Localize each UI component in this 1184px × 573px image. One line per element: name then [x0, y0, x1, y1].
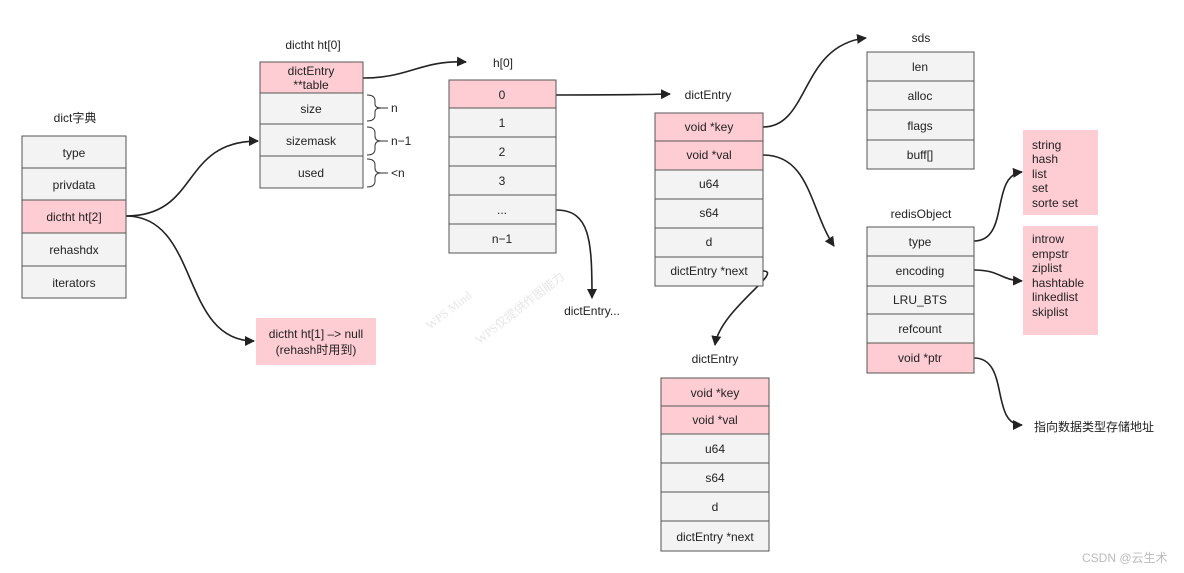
entry2-u64: u64	[705, 442, 725, 456]
watermark-line1: WPS Mind	[423, 288, 474, 332]
sds-flags: flags	[907, 119, 932, 133]
dictht0-title: dictht ht[0]	[285, 38, 340, 52]
encoding-linkedlist: linkedlist	[1032, 290, 1079, 304]
entry2-key: void *key	[691, 386, 740, 400]
wps-watermark: WPS Mind WPS仅提供作图能力	[423, 268, 567, 347]
type-set: set	[1032, 181, 1049, 195]
entry2-next: dictEntry *next	[676, 530, 754, 544]
entry2-title: dictEntry	[692, 352, 739, 366]
type-sorted-set: sorte set	[1032, 196, 1079, 210]
edge-table-to-h0	[362, 56, 467, 79]
sds-title: sds	[912, 31, 931, 45]
ht1-note	[256, 318, 376, 365]
dict-field-ht: dictht ht[2]	[46, 210, 101, 224]
entry1-s64: s64	[699, 206, 719, 220]
entry1-d: d	[706, 235, 713, 249]
ht1-note-line2: (rehash时用到)	[276, 343, 357, 357]
dictht0-field-table-2: **table	[293, 78, 329, 92]
more-entries-label: dictEntry...	[564, 304, 620, 318]
dict-table: type privdata dictht ht[2] rehashdx iter…	[21, 135, 127, 299]
h0-table: 0 1 2 3 ... n−1	[448, 79, 557, 254]
h0-bucket-3: 3	[499, 174, 506, 188]
dictht0-field-sizemask: sizemask	[286, 134, 337, 148]
diagram-canvas: WPS Mind WPS仅提供作图能力 dict字典 type privdata…	[0, 0, 1184, 573]
sds-buff: buff[]	[907, 148, 933, 162]
type-list: list	[1032, 167, 1047, 181]
entry1-title: dictEntry	[685, 88, 732, 102]
brace-label-used: <n	[391, 166, 405, 180]
encoding-ziplist: ziplist	[1032, 261, 1063, 275]
csdn-watermark: CSDN @云生术	[1082, 551, 1168, 565]
sds-alloc: alloc	[908, 89, 933, 103]
edge-type-to-types	[973, 167, 1023, 242]
dict-title: dict字典	[54, 110, 97, 125]
ptr-note: 指向数据类型存储地址	[1034, 419, 1154, 434]
dict-field-privdata: privdata	[53, 178, 96, 192]
edge-encoding-to-encodings	[973, 269, 1023, 286]
edge-ptr-to-note	[973, 357, 1023, 430]
edge-dict-to-ht1	[125, 215, 255, 346]
dict-field-rehashdx: rehashdx	[49, 243, 98, 257]
brace-label-sizemask: n−1	[391, 134, 412, 148]
h0-bucket-2: 2	[499, 145, 506, 159]
entry2-d: d	[712, 500, 719, 514]
encoding-skiplist: skiplist	[1032, 305, 1069, 319]
dictht0-field-table-1: dictEntry	[288, 64, 335, 78]
entry2-table: void *key void *val u64 s64 d dictEntry …	[660, 377, 770, 552]
redisobject-ptr: void *ptr	[898, 351, 942, 365]
braces	[366, 94, 388, 188]
sds-len: len	[912, 60, 928, 74]
entry1-val: void *val	[686, 148, 731, 162]
entry1-next: dictEntry *next	[670, 264, 748, 278]
edge-key-to-sds	[762, 33, 867, 128]
ht1-note-line1: dictht ht[1] –> null	[269, 327, 363, 341]
entry1-u64: u64	[699, 177, 719, 191]
edge-h0-to-more	[555, 209, 597, 299]
redisobject-encoding: encoding	[896, 264, 945, 278]
watermark-line2: WPS仅提供作图能力	[472, 268, 567, 347]
entry2-s64: s64	[705, 471, 725, 485]
edge-val-to-redisobject	[762, 154, 835, 247]
dict-field-type: type	[63, 146, 86, 160]
encoding-empstr: empstr	[1032, 247, 1069, 261]
dictht0-field-size: size	[300, 102, 322, 116]
diagram-svg: WPS Mind WPS仅提供作图能力 dict字典 type privdata…	[21, 31, 1168, 565]
redisobject-lru: LRU_BTS	[893, 293, 947, 307]
brace-label-size: n	[391, 101, 398, 115]
type-hash: hash	[1032, 152, 1058, 166]
entry2-val: void *val	[692, 413, 737, 427]
entry1-table: void *key void *val u64 s64 d dictEntry …	[654, 112, 764, 287]
h0-bucket-0: 0	[499, 88, 506, 102]
edge-dict-to-ht0	[125, 136, 259, 217]
type-string: string	[1032, 138, 1061, 152]
dictht0-field-used: used	[298, 166, 324, 180]
entry1-key: void *key	[685, 120, 734, 134]
edge-h0-to-entry1	[555, 89, 671, 100]
encoding-hashtable: hashtable	[1032, 276, 1084, 290]
dict-field-iterators: iterators	[52, 276, 95, 290]
redisobject-title: redisObject	[891, 207, 952, 221]
h0-bucket-last: n−1	[492, 232, 513, 246]
h0-title: h[0]	[493, 56, 513, 70]
h0-bucket-1: 1	[499, 116, 506, 130]
encoding-introw: introw	[1032, 232, 1064, 246]
redisobject-type: type	[909, 235, 932, 249]
h0-bucket-ellipsis: ...	[497, 203, 507, 217]
redisobject-table: type encoding LRU_BTS refcount void *ptr	[866, 226, 975, 374]
dictht0-table: dictEntry **table size sizemask used	[259, 61, 364, 189]
redisobject-refcount: refcount	[898, 322, 942, 336]
sds-table: len alloc flags buff[]	[866, 51, 975, 170]
